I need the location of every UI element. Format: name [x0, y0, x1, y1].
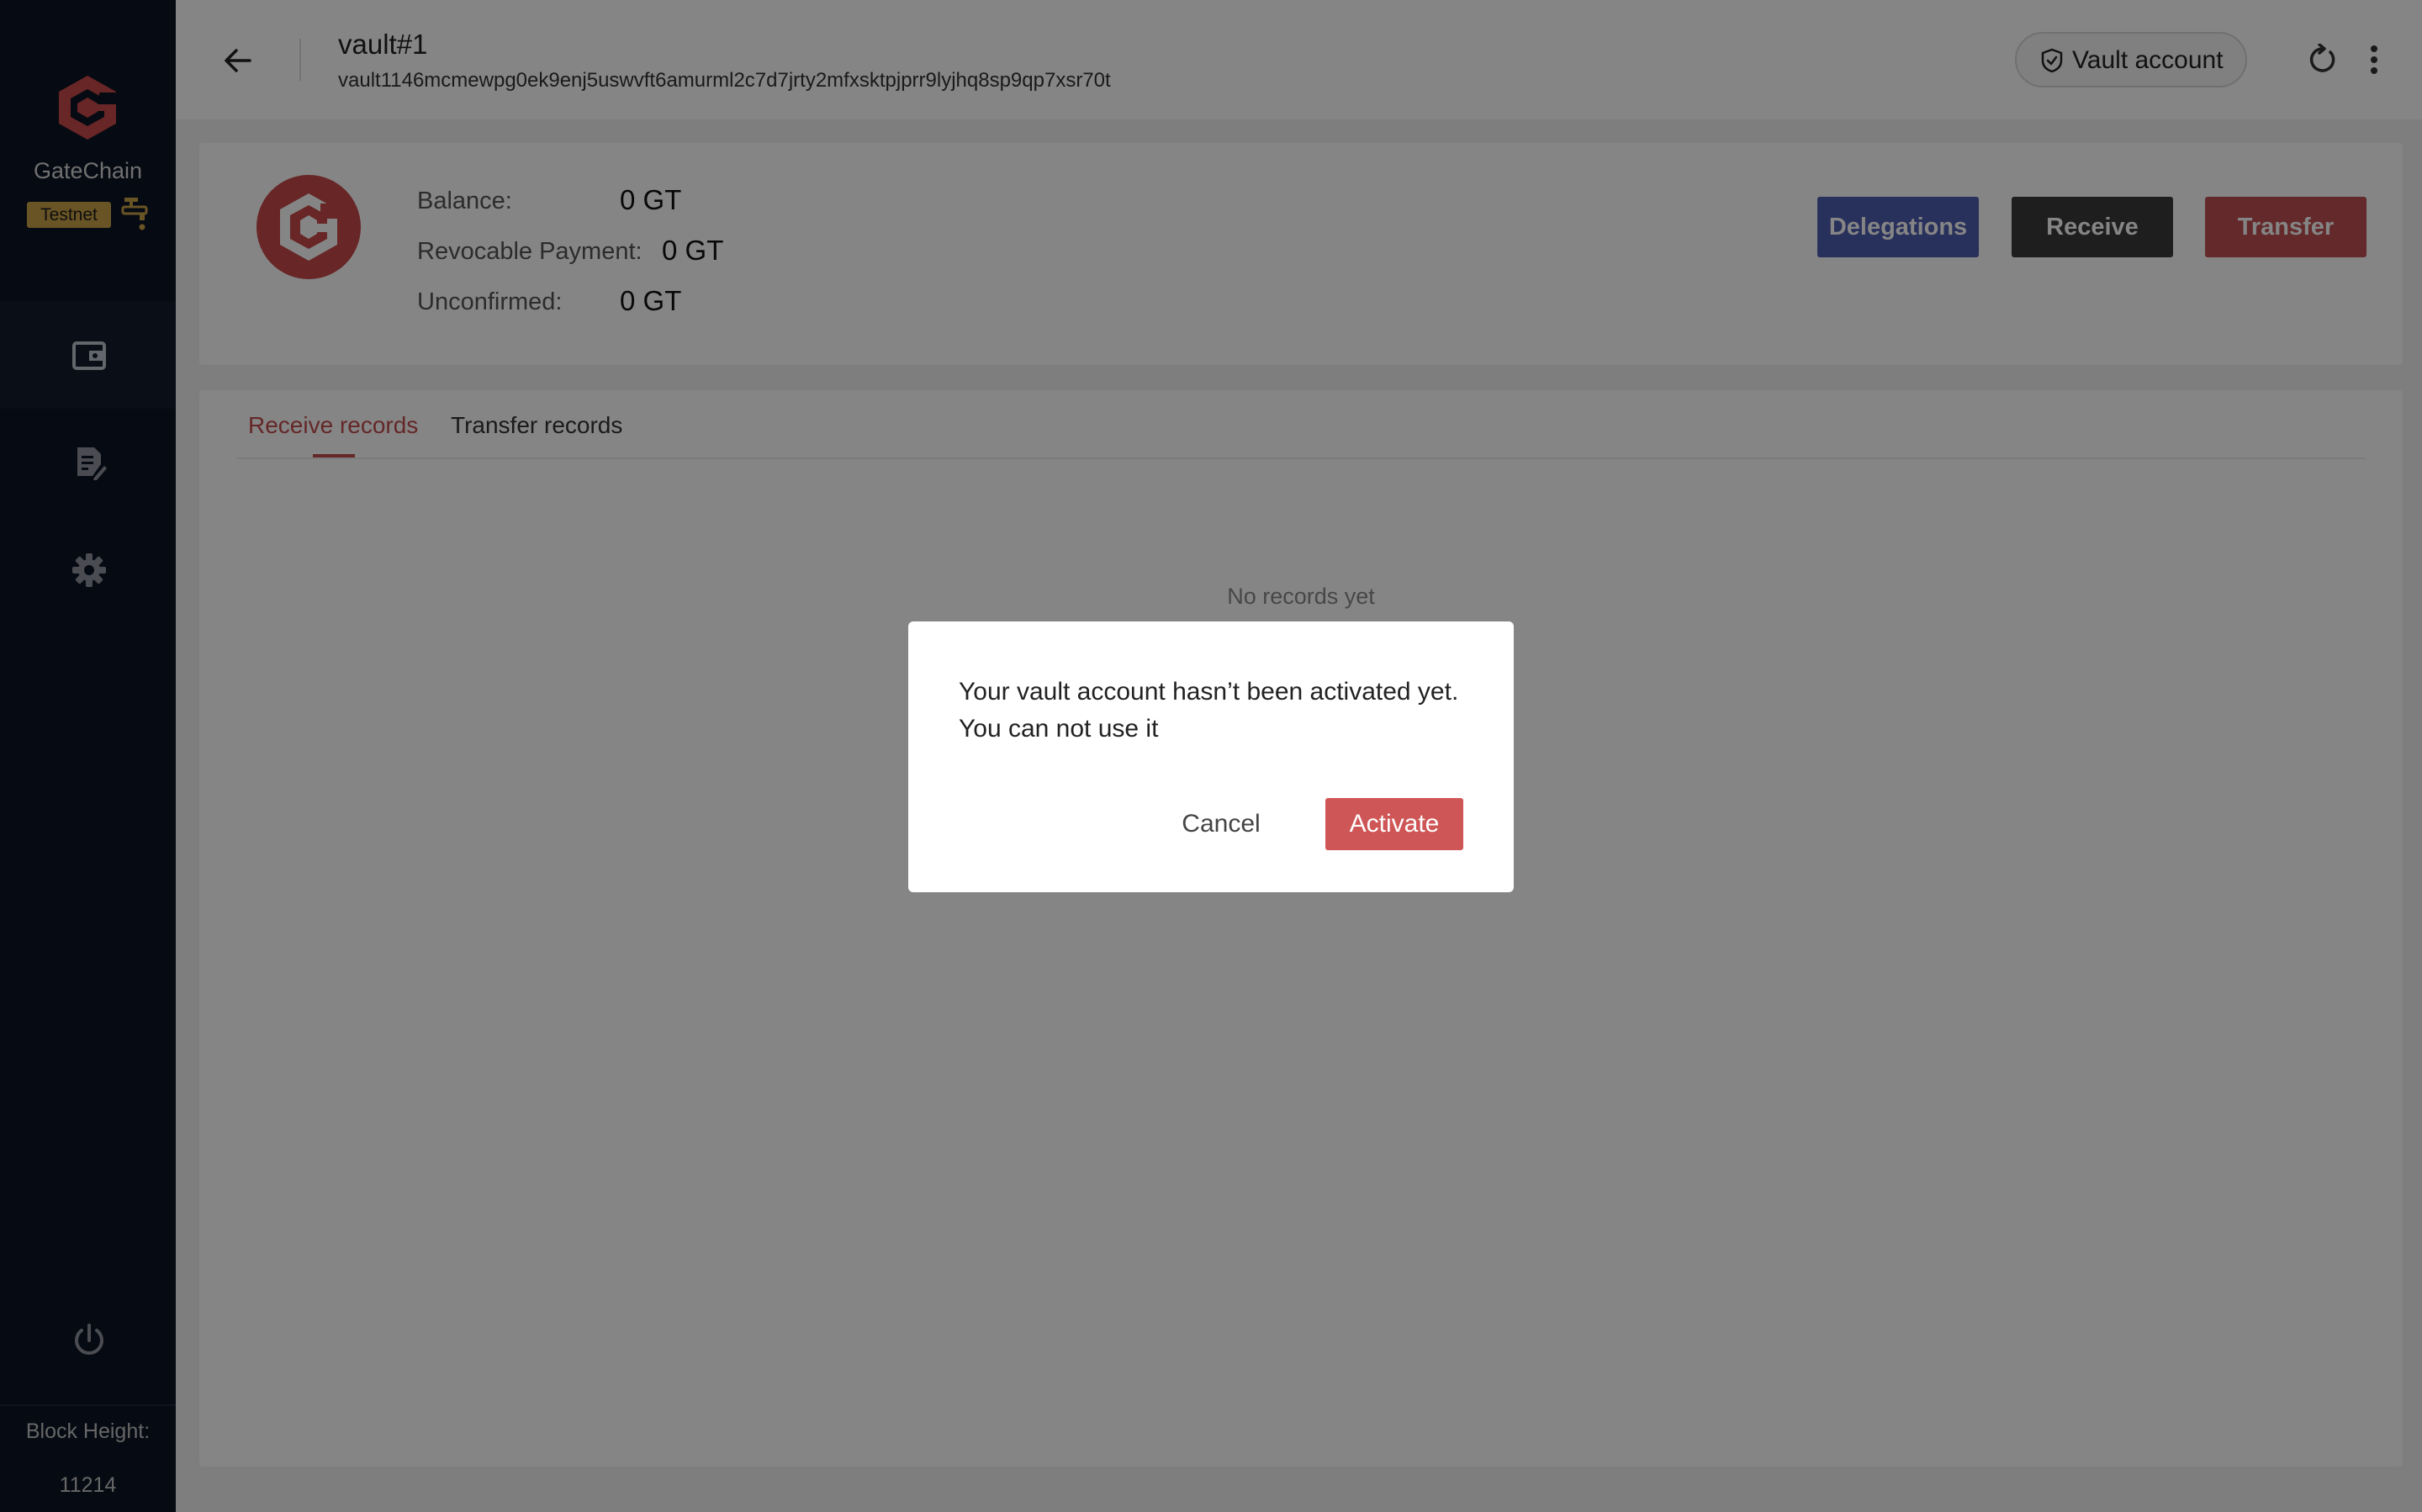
activate-button[interactable]: Activate: [1325, 798, 1463, 850]
cancel-button[interactable]: Cancel: [1161, 798, 1282, 850]
activation-dialog: Your vault account hasn’t been activated…: [908, 621, 1514, 892]
dialog-message: Your vault account hasn’t been activated…: [959, 678, 1459, 743]
